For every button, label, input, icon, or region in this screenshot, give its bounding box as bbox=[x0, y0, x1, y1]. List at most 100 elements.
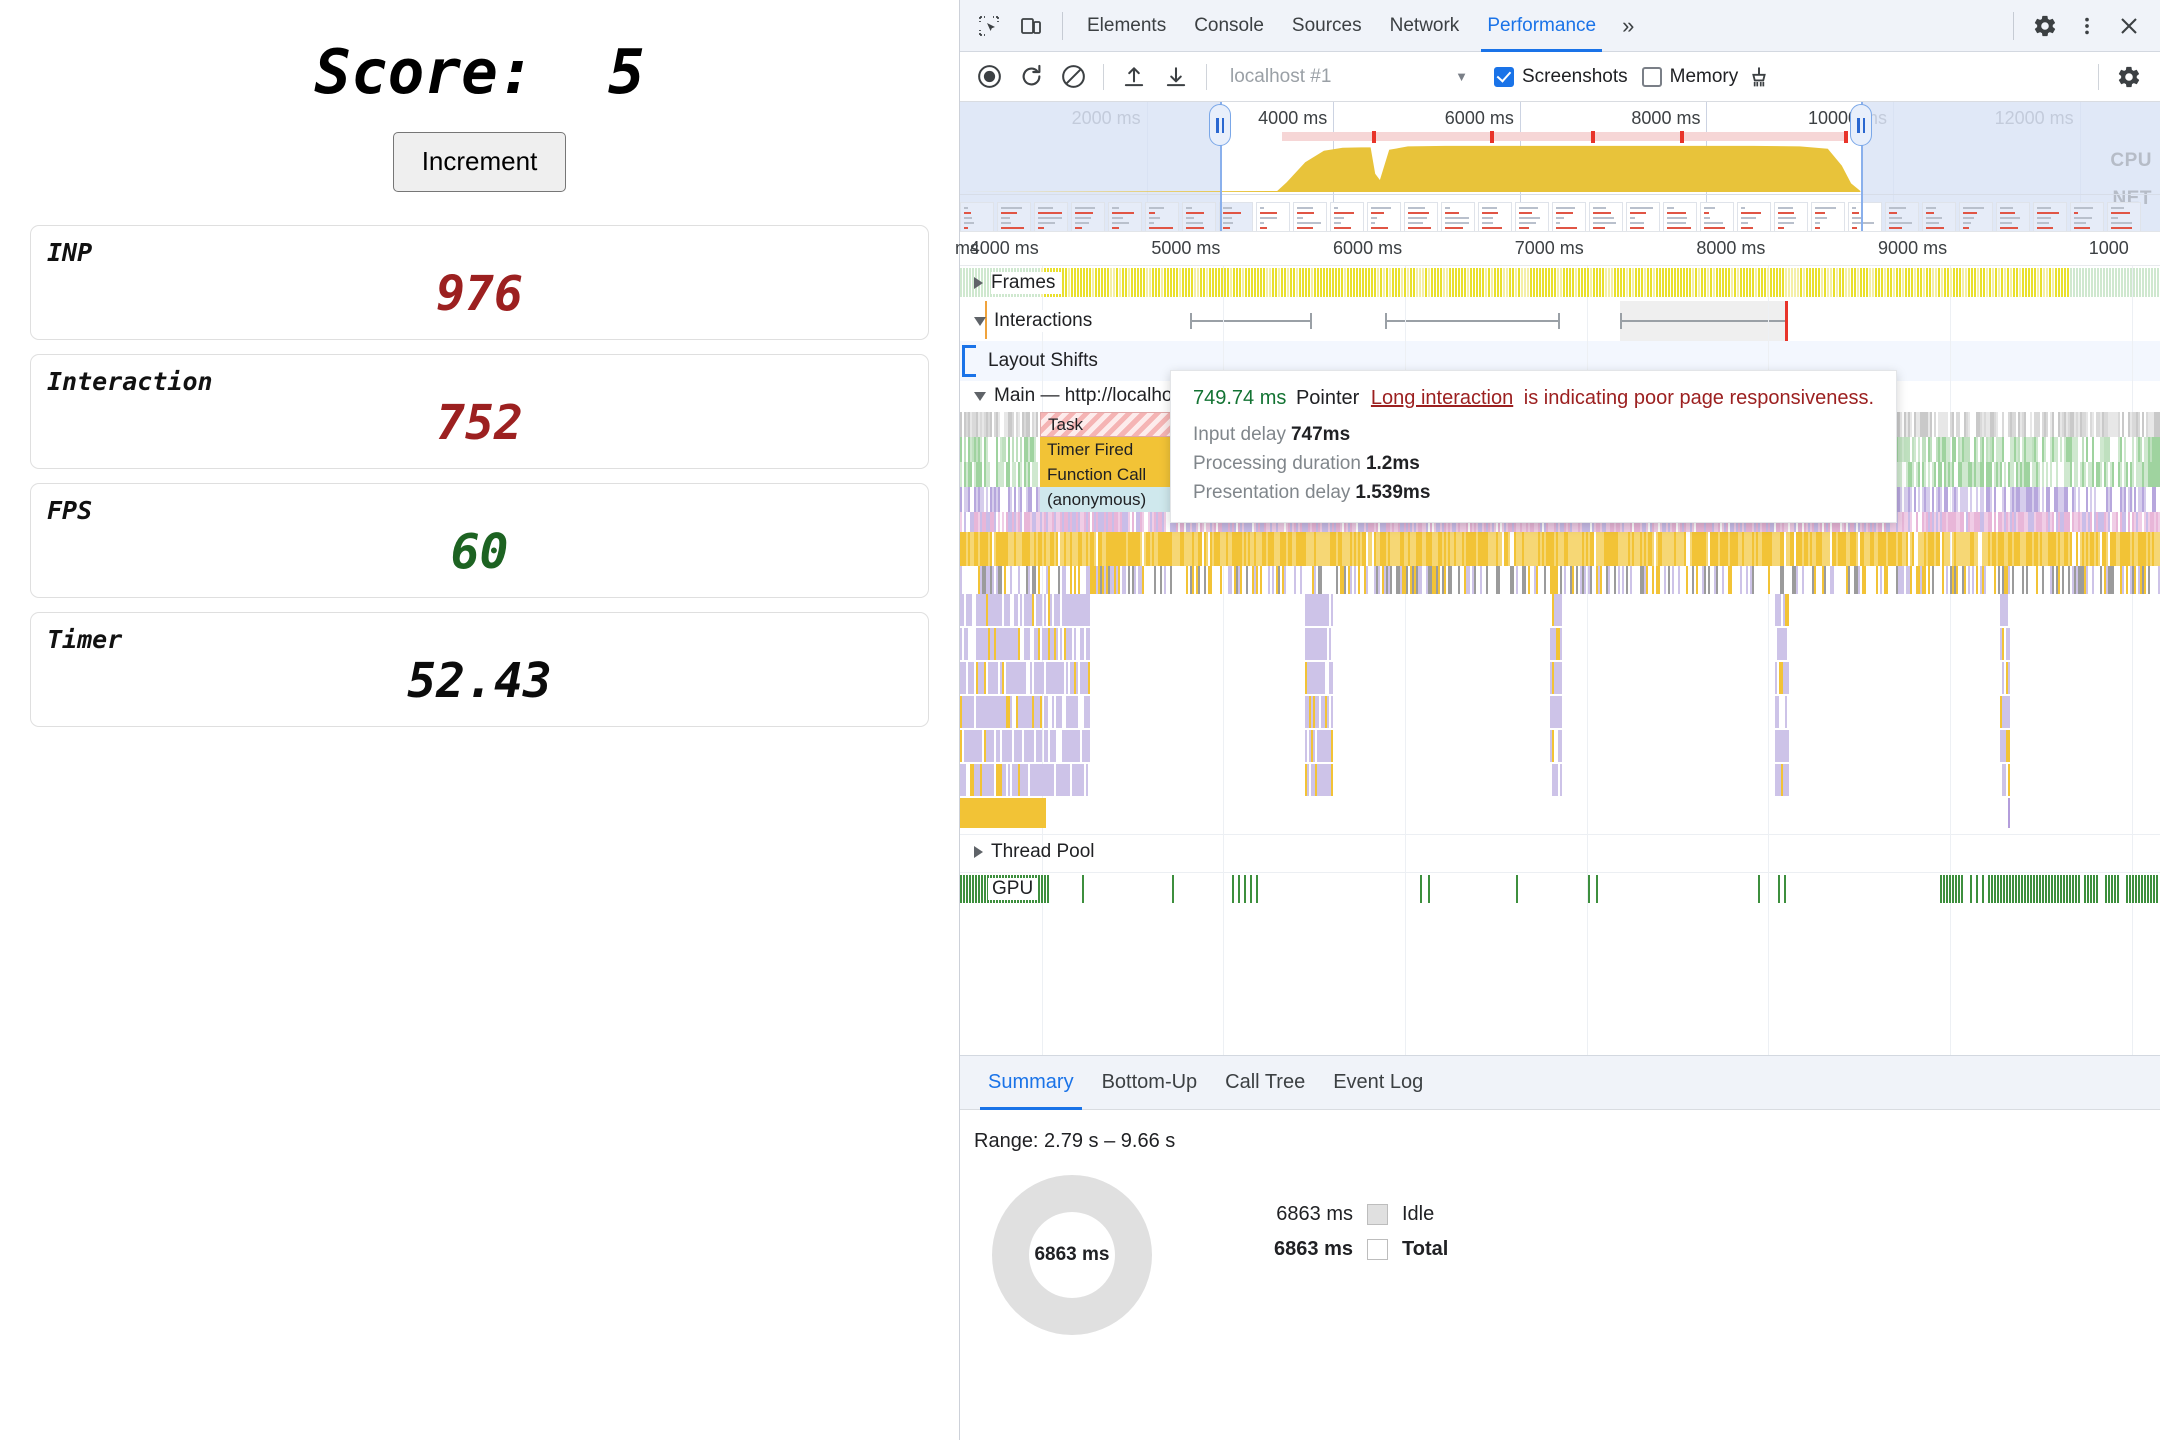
track-header-layout-shifts[interactable]: Layout Shifts bbox=[960, 341, 1098, 381]
reload-and-record-button[interactable] bbox=[1012, 58, 1050, 96]
frame-bar bbox=[2115, 268, 2117, 297]
selection-handle-right[interactable] bbox=[1850, 104, 1873, 146]
frame-bar bbox=[1365, 268, 1367, 297]
capture-settings-icon[interactable] bbox=[2110, 58, 2148, 96]
frame-bar bbox=[1284, 268, 1286, 297]
tab-sources[interactable]: Sources bbox=[1278, 0, 1376, 52]
flame-bar bbox=[2084, 462, 2086, 487]
frame-bar bbox=[1455, 268, 1457, 297]
tab-console[interactable]: Console bbox=[1180, 0, 1278, 52]
filmstrip-frame[interactable] bbox=[1182, 202, 1216, 231]
filmstrip-frame[interactable] bbox=[1367, 202, 1401, 231]
filmstrip-frame[interactable] bbox=[1293, 202, 1327, 231]
filmstrip-frame[interactable] bbox=[997, 202, 1031, 231]
filmstrip-frame[interactable] bbox=[960, 202, 994, 231]
gpu-bar bbox=[2060, 875, 2062, 903]
summary-chart-row: 6863 ms 6863 ms Idle 6863 ms Total bbox=[974, 1175, 2160, 1335]
filmstrip-frame[interactable] bbox=[1737, 202, 1771, 231]
flame-bar bbox=[1078, 566, 1080, 594]
filmstrip-frame[interactable] bbox=[1885, 202, 1919, 231]
ruler-tick-label: 4000 ms bbox=[969, 238, 1039, 258]
session-dropdown[interactable]: localhost #1 ▼ bbox=[1230, 66, 1480, 88]
filmstrip-line bbox=[1112, 222, 1129, 224]
filmstrip-frame[interactable] bbox=[1589, 202, 1623, 231]
filmstrip-frame[interactable] bbox=[1071, 202, 1105, 231]
frame-bar bbox=[1758, 268, 1760, 297]
load-profile-button[interactable] bbox=[1115, 58, 1153, 96]
close-icon[interactable] bbox=[2111, 8, 2147, 44]
frame-bar bbox=[1401, 268, 1403, 297]
tooltip-link[interactable]: Long interaction bbox=[1371, 387, 1513, 409]
timeline-overview[interactable]: 2000 ms4000 ms6000 ms8000 ms10000 ms1200… bbox=[960, 102, 2160, 232]
device-toolbar-icon[interactable] bbox=[1013, 8, 1049, 44]
flame-bar bbox=[1664, 566, 1666, 594]
filmstrip-frame[interactable] bbox=[1108, 202, 1142, 231]
three-dot-menu-icon[interactable] bbox=[2069, 8, 2105, 44]
filmstrip-frame[interactable] bbox=[1034, 202, 1068, 231]
filmstrip-frame[interactable] bbox=[2033, 202, 2067, 231]
flame-bar bbox=[1528, 566, 1530, 594]
gear-icon[interactable] bbox=[2027, 8, 2063, 44]
filmstrip-frame[interactable] bbox=[1515, 202, 1549, 231]
frame-bar bbox=[993, 268, 995, 297]
frame-bar bbox=[1050, 268, 1052, 297]
track-header-thread-pool[interactable]: Thread Pool bbox=[960, 835, 1095, 868]
tab-network[interactable]: Network bbox=[1376, 0, 1474, 52]
interaction-entry[interactable] bbox=[1190, 301, 1312, 341]
filmstrip-frame[interactable] bbox=[1256, 202, 1290, 231]
track-interactions[interactable]: Interactions bbox=[960, 301, 2160, 341]
inspect-element-icon[interactable] bbox=[971, 8, 1007, 44]
track-header-main[interactable]: Main — http://localhost:5 bbox=[960, 381, 1203, 411]
tab-event-log[interactable]: Event Log bbox=[1319, 1056, 1437, 1110]
filmstrip-line bbox=[1704, 207, 1716, 209]
flame-bar bbox=[1260, 566, 1262, 594]
memory-checkbox[interactable]: Memory bbox=[1641, 66, 1738, 88]
filmstrip-frame[interactable] bbox=[1959, 202, 1993, 231]
filmstrip-frame[interactable] bbox=[1663, 202, 1697, 231]
filmstrip-frame[interactable] bbox=[2107, 202, 2141, 231]
filmstrip-frame[interactable] bbox=[1922, 202, 1956, 231]
flame-bar bbox=[1900, 462, 1902, 487]
filmstrip-frame[interactable] bbox=[1626, 202, 1660, 231]
interaction-entry[interactable] bbox=[1620, 301, 1788, 341]
track-header-interactions[interactable]: Interactions bbox=[960, 301, 1099, 341]
flame-bar bbox=[2158, 462, 2160, 487]
flame-bar bbox=[2062, 566, 2064, 594]
frame-bar bbox=[1905, 268, 1907, 297]
tab-summary[interactable]: Summary bbox=[974, 1056, 1088, 1110]
filmstrip-frame[interactable] bbox=[1700, 202, 1734, 231]
filmstrip-frame[interactable] bbox=[1145, 202, 1179, 231]
collect-garbage-icon[interactable] bbox=[1740, 58, 1778, 96]
track-thread-pool[interactable]: Thread Pool bbox=[960, 834, 2160, 868]
screenshots-checkbox[interactable]: Screenshots bbox=[1494, 66, 1628, 88]
tab-bottom-up[interactable]: Bottom-Up bbox=[1088, 1056, 1212, 1110]
flame-bar bbox=[1331, 662, 1333, 694]
filmstrip-frame[interactable] bbox=[1848, 202, 1882, 231]
filmstrip-frame[interactable] bbox=[1330, 202, 1364, 231]
filmstrip-frame[interactable] bbox=[1774, 202, 1808, 231]
filmstrip-frame[interactable] bbox=[1996, 202, 2030, 231]
filmstrip-frame[interactable] bbox=[1811, 202, 1845, 231]
track-gpu[interactable]: GPU bbox=[960, 872, 2160, 904]
frame-bar bbox=[2130, 268, 2132, 297]
flame-bar bbox=[1018, 628, 1020, 660]
increment-button[interactable]: Increment bbox=[392, 132, 567, 192]
record-button[interactable] bbox=[970, 58, 1008, 96]
interaction-entry[interactable] bbox=[1385, 301, 1560, 341]
flame-bar bbox=[1956, 487, 1958, 512]
filmstrip-frame[interactable] bbox=[1404, 202, 1438, 231]
tab-performance[interactable]: Performance bbox=[1473, 0, 1610, 52]
filmstrip-frame[interactable] bbox=[1441, 202, 1475, 231]
filmstrip-frame[interactable] bbox=[2070, 202, 2104, 231]
more-tabs-icon[interactable]: » bbox=[1610, 0, 1646, 52]
save-profile-button[interactable] bbox=[1157, 58, 1195, 96]
filmstrip-frame[interactable] bbox=[1478, 202, 1512, 231]
clear-recording-button[interactable] bbox=[1054, 58, 1092, 96]
tab-elements[interactable]: Elements bbox=[1073, 0, 1180, 52]
tab-call-tree[interactable]: Call Tree bbox=[1211, 1056, 1319, 1110]
flame-bar bbox=[1008, 594, 1010, 626]
selection-handle-left[interactable] bbox=[1209, 104, 1232, 146]
filmstrip-frame[interactable] bbox=[1219, 202, 1253, 231]
filmstrip-frame[interactable] bbox=[1552, 202, 1586, 231]
track-frames[interactable]: Frames bbox=[960, 266, 2160, 299]
